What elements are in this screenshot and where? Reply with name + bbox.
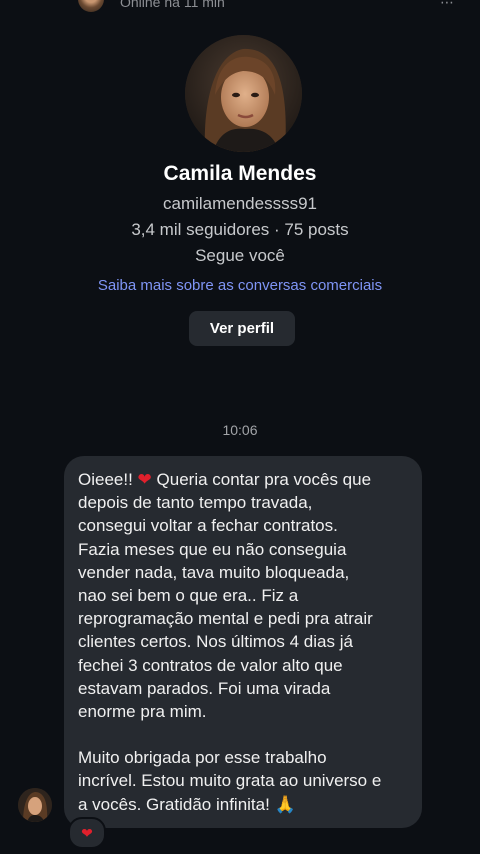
profile-avatar[interactable]	[185, 35, 302, 152]
message-timestamp: 10:06	[222, 422, 258, 438]
heart-reaction[interactable]: ❤	[68, 817, 106, 849]
sender-avatar[interactable]	[18, 788, 52, 822]
message-bubble[interactable]: Oieee!! ❤ Queria contar pra vocês que de…	[64, 456, 422, 828]
message-line-1: Queria contar pra vocês que	[151, 470, 372, 489]
message-paragraph-1: Oieee!! ❤ Queria contar pra vocês que de…	[78, 468, 408, 723]
header-avatar[interactable]	[78, 0, 104, 12]
online-status: Online há 11 min	[120, 0, 225, 10]
message-greeting: Oieee!!	[78, 470, 133, 489]
profile-username: camilamendessss91	[162, 194, 317, 213]
sender-photo-icon	[18, 788, 52, 822]
message-body: depois de tanto tempo travada, consegui …	[78, 493, 373, 722]
profile-stats: 3,4 mil seguidores · 75 posts	[131, 220, 349, 239]
follows-you-label: Segue você	[195, 246, 285, 265]
profile-photo-icon	[185, 35, 302, 152]
business-chat-info-link[interactable]: Saiba mais sobre as conversas comerciais	[0, 277, 480, 294]
profile-name: Camila Mendes	[163, 162, 317, 185]
view-profile-button[interactable]: Ver perfil	[189, 311, 295, 346]
heart-emoji-icon: ❤	[137, 470, 152, 489]
more-icon[interactable]: ⋯	[440, 0, 454, 11]
top-bar: Online há 11 min ⋯	[0, 0, 480, 14]
message-paragraph-2: Muito obrigada por esse trabalho incríve…	[78, 748, 382, 814]
